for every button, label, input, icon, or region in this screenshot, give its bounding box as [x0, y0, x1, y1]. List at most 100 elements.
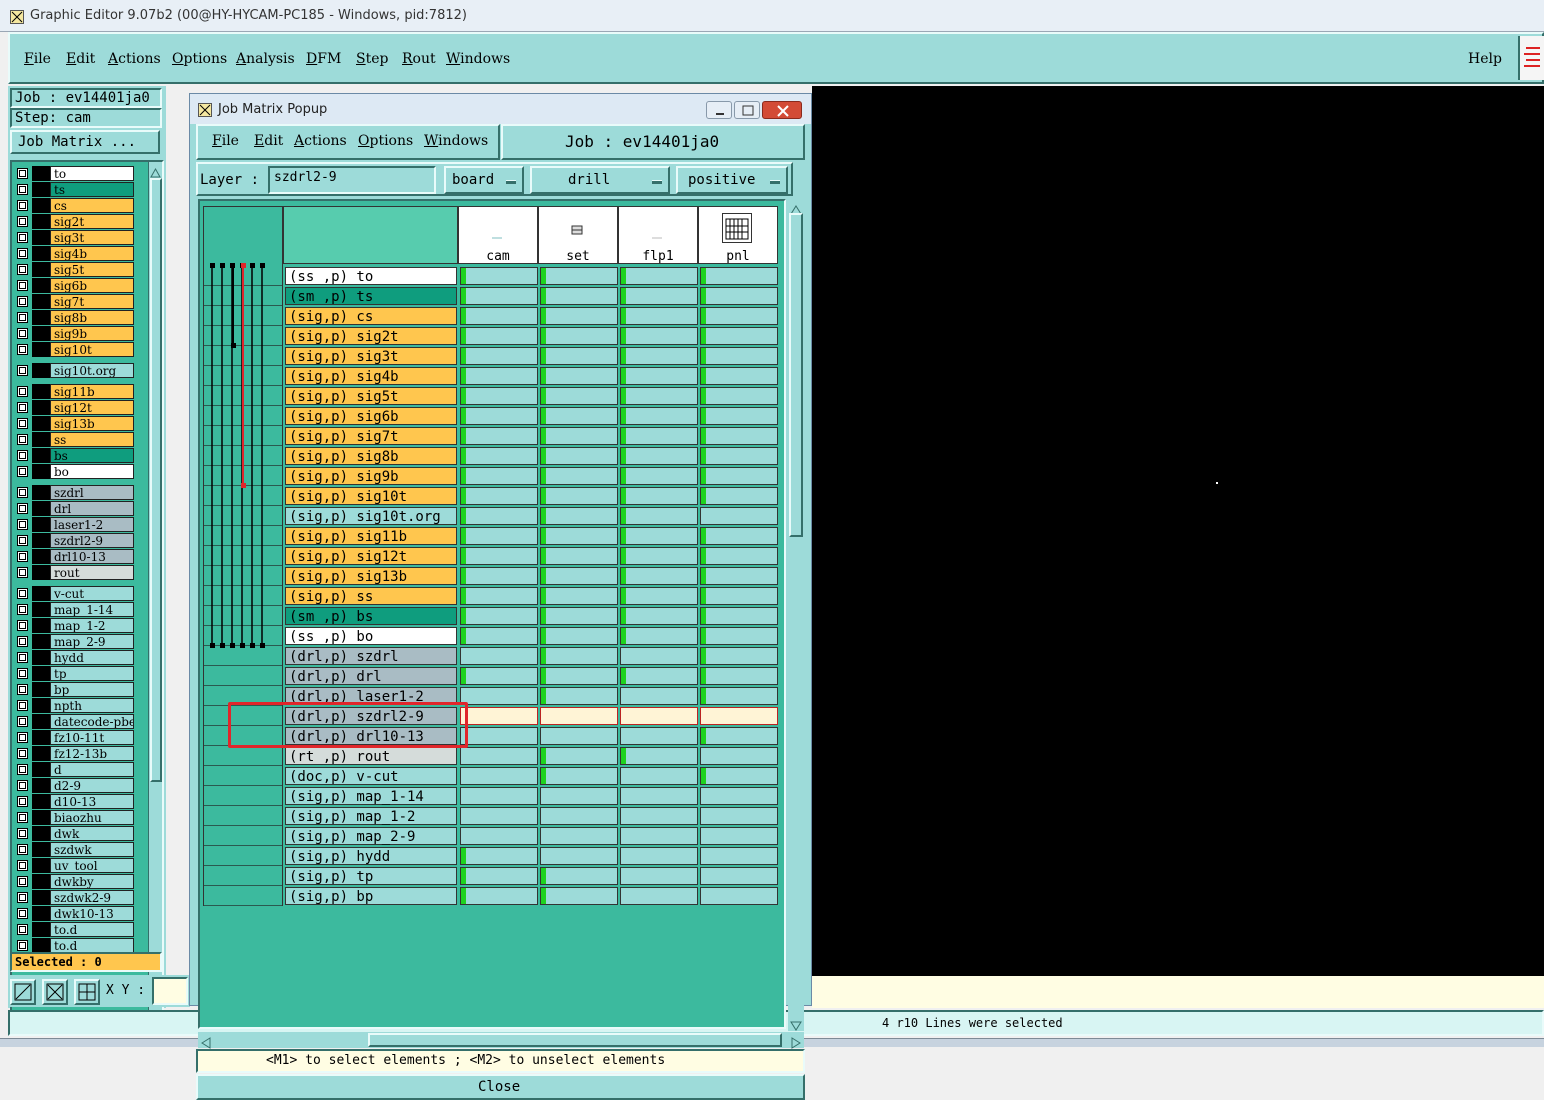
layer-name[interactable]: rout	[50, 565, 134, 580]
matrix-cell[interactable]	[460, 607, 538, 625]
matrix-cell[interactable]	[460, 487, 538, 505]
layer-checkbox[interactable]	[17, 386, 28, 397]
matrix-cell[interactable]	[620, 707, 698, 725]
layer-name[interactable]: to.d	[50, 922, 134, 937]
matrix-layer-row-label[interactable]: (sig,p) hydd	[285, 847, 457, 865]
matrix-cell[interactable]	[700, 727, 778, 745]
matrix-cell[interactable]	[700, 427, 778, 445]
layer-list-item[interactable]: bs	[14, 448, 134, 463]
layer-checkbox[interactable]	[17, 828, 28, 839]
layer-checkbox[interactable]	[17, 812, 28, 823]
matrix-cell[interactable]	[620, 847, 698, 865]
matrix-cell[interactable]	[620, 787, 698, 805]
matrix-cell[interactable]	[700, 567, 778, 585]
layer-checkbox[interactable]	[17, 168, 28, 179]
tool-grid-icon[interactable]	[74, 979, 100, 1005]
matrix-cell[interactable]	[620, 867, 698, 885]
layer-name[interactable]: sig6b	[50, 278, 134, 293]
matrix-cell[interactable]	[700, 647, 778, 665]
matrix-cell[interactable]	[460, 347, 538, 365]
matrix-cell[interactable]	[700, 547, 778, 565]
layer-list-item[interactable]: dwk10-13	[14, 906, 134, 921]
matrix-vscrollbar[interactable]	[788, 199, 804, 1031]
matrix-layer-row-label[interactable]: (doc,p) v-cut	[285, 767, 457, 785]
layer-name[interactable]: ss	[50, 432, 134, 447]
layer-name[interactable]: dwk10-13	[50, 906, 134, 921]
maximize-button[interactable]	[734, 101, 760, 119]
matrix-cell[interactable]	[700, 587, 778, 605]
matrix-cell[interactable]	[700, 387, 778, 405]
layer-name[interactable]: sig5t	[50, 262, 134, 277]
matrix-cell[interactable]	[540, 847, 618, 865]
matrix-cell[interactable]	[540, 527, 618, 545]
step-column-header[interactable]: set	[538, 206, 618, 264]
matrix-cell[interactable]	[540, 387, 618, 405]
matrix-layer-row-label[interactable]: (sig,p) sig7t	[285, 427, 457, 445]
menu-actions[interactable]: Actions	[108, 41, 161, 77]
matrix-cell[interactable]	[540, 687, 618, 705]
layer-list-item[interactable]: to.d	[14, 938, 134, 953]
layer-checkbox[interactable]	[17, 344, 28, 355]
matrix-layer-row-label[interactable]: (ss ,p) bo	[285, 627, 457, 645]
matrix-layer-row-label[interactable]: (sig,p) sig3t	[285, 347, 457, 365]
matrix-cell[interactable]	[540, 727, 618, 745]
matrix-layer-row-label[interactable]: (sm ,p) ts	[285, 287, 457, 305]
matrix-layer-row-label[interactable]: (sig,p) sig8b	[285, 447, 457, 465]
matrix-cell[interactable]	[540, 607, 618, 625]
layer-checkbox[interactable]	[17, 604, 28, 615]
step-column-header[interactable]: flp1	[618, 206, 698, 264]
matrix-cell[interactable]	[620, 547, 698, 565]
layer-checkbox[interactable]	[17, 860, 28, 871]
layer-name[interactable]: szdwk2-9	[50, 890, 134, 905]
matrix-layer-row-label[interactable]: (sig,p) sig9b	[285, 467, 457, 485]
layer-checkbox[interactable]	[17, 716, 28, 727]
matrix-cell[interactable]	[620, 667, 698, 685]
layer-checkbox[interactable]	[17, 434, 28, 445]
layer-list-item[interactable]: npth	[14, 698, 134, 713]
layer-checkbox[interactable]	[17, 844, 28, 855]
matrix-cell[interactable]	[460, 707, 538, 725]
matrix-cell[interactable]	[540, 327, 618, 345]
layer-checkbox[interactable]	[17, 892, 28, 903]
matrix-cell[interactable]	[460, 827, 538, 845]
layer-list-item[interactable]: bp	[14, 682, 134, 697]
layer-name[interactable]: bs	[50, 448, 134, 463]
matrix-cell[interactable]	[540, 447, 618, 465]
layer-checkbox[interactable]	[17, 796, 28, 807]
matrix-cell[interactable]	[460, 807, 538, 825]
matrix-cell[interactable]	[460, 527, 538, 545]
matrix-cell[interactable]	[460, 887, 538, 905]
scroll-thumb[interactable]	[150, 178, 162, 782]
popup-menu-file[interactable]: File	[212, 126, 239, 158]
matrix-layer-row-label[interactable]: (sig,p) sig10t.org	[285, 507, 457, 525]
step-column-header[interactable]: cam	[458, 206, 538, 264]
matrix-cell[interactable]	[700, 487, 778, 505]
layer-checkbox[interactable]	[17, 280, 28, 291]
matrix-layer-row-label[interactable]: (sig,p) sig4b	[285, 367, 457, 385]
layer-name[interactable]: drl	[50, 501, 134, 516]
layer-name[interactable]: drl10-13	[50, 549, 134, 564]
matrix-layer-row-label[interactable]: (drl,p) drl	[285, 667, 457, 685]
layer-list-item[interactable]: fz10-11t	[14, 730, 134, 745]
matrix-cell[interactable]	[700, 767, 778, 785]
layer-checkbox[interactable]	[17, 328, 28, 339]
layer-name[interactable]: datecode-pbe	[50, 714, 134, 729]
layer-name[interactable]: laser1-2	[50, 517, 134, 532]
matrix-cell[interactable]	[460, 547, 538, 565]
layer-name[interactable]: szdrl2-9	[50, 533, 134, 548]
matrix-cell[interactable]	[620, 587, 698, 605]
layer-checkbox[interactable]	[17, 296, 28, 307]
layer-name[interactable]: sig10t.org	[50, 363, 134, 378]
layer-name[interactable]: sig10t	[50, 342, 134, 357]
matrix-cell[interactable]	[620, 447, 698, 465]
matrix-cell[interactable]	[620, 747, 698, 765]
layer-list-item[interactable]: sig9b	[14, 326, 134, 341]
layer-name[interactable]: sig7t	[50, 294, 134, 309]
matrix-layer-row-label[interactable]: (sig,p) sig13b	[285, 567, 457, 585]
matrix-cell[interactable]	[460, 367, 538, 385]
matrix-layer-row-label[interactable]: (sig,p) cs	[285, 307, 457, 325]
matrix-cell[interactable]	[620, 267, 698, 285]
layer-checkbox[interactable]	[17, 418, 28, 429]
menu-help[interactable]: Help	[1468, 41, 1502, 77]
matrix-cell[interactable]	[620, 647, 698, 665]
